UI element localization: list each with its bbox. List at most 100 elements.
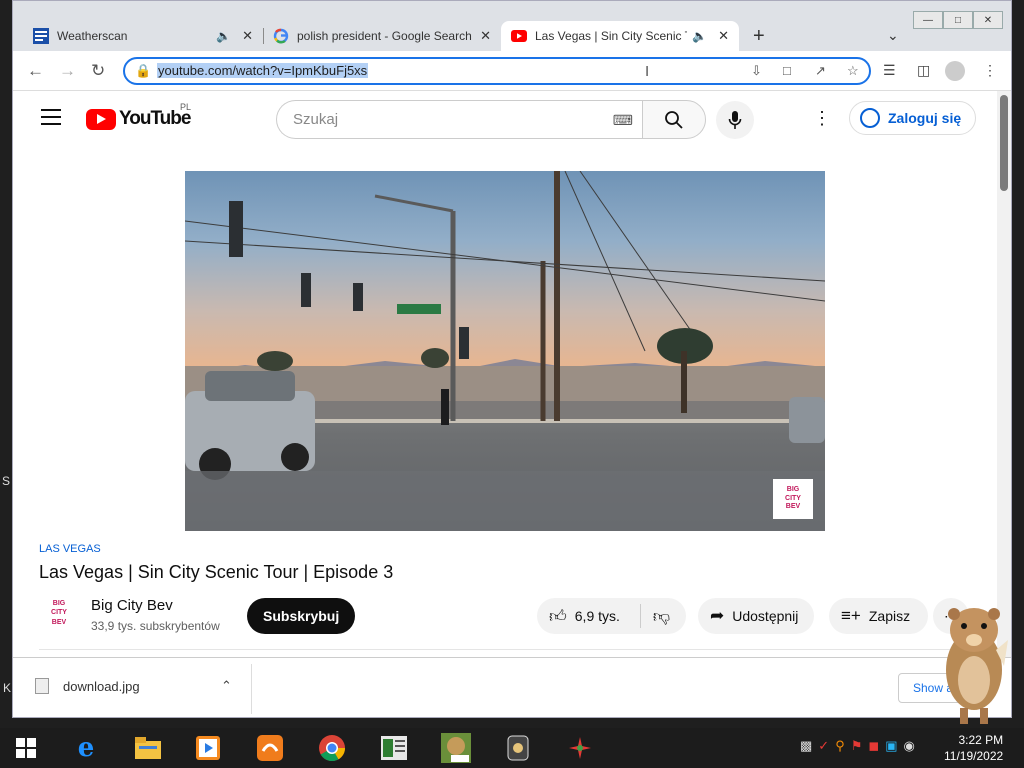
close-tab-icon[interactable]: ✕ [242,28,253,44]
tab-weatherscan[interactable]: Weatherscan 🔈 ✕ [23,21,263,51]
clock-date: 11/19/2022 [944,749,1004,763]
page-content: YouTube PL Szukaj ⌨ ⋮ Zaloguj się BIG CI… [13,91,999,657]
share-button[interactable]: ➦ Udostępnij [698,598,815,634]
thumbs-down-icon[interactable]: 👎︎ [653,606,670,627]
install-app-icon[interactable]: ⇩ [751,63,762,79]
country-code: PL [180,102,192,112]
address-bar[interactable]: 🔒 youtube.com/watch?v=IpmKbuFj5xs I ⇩ □ … [123,57,871,85]
translate-icon[interactable]: □ [783,63,791,78]
minimize-button[interactable]: — [913,11,943,29]
profile-avatar-icon[interactable] [945,61,965,81]
back-button[interactable]: ← [27,61,44,81]
network-tray-icon[interactable]: ▩ [800,738,812,754]
text-cursor-icon: I [645,63,650,80]
subscriber-count: 33,9 tys. subskrybentów [91,619,220,633]
content-divider [39,649,969,650]
share-icon[interactable]: ↗ [815,63,826,79]
file-icon [35,678,49,694]
maximize-button[interactable]: □ [943,11,973,29]
tab-search-chevron-icon[interactable]: ⌄ [887,27,899,44]
search-input[interactable]: Szukaj ⌨ [276,100,643,139]
close-window-button[interactable]: ✕ [973,11,1003,29]
speaker-icon[interactable]: 🔈 [692,29,707,43]
like-button[interactable]: 👍︎ 6,9 tys. 👎︎ [537,598,687,634]
volume-tray-icon[interactable]: ◉ [903,738,914,754]
speaker-icon[interactable]: 🔈 [216,29,231,43]
download-shelf: download.jpg ⌃ Show all [13,657,1011,717]
channel-avatar[interactable]: BIG CITY BEV [43,594,75,632]
channel-watermark: BIG CITY BEV [773,479,813,519]
shelf-divider [251,664,252,714]
video-player[interactable]: BIG CITY BEV [185,171,825,531]
tab-strip: — □ ✕ Weatherscan 🔈 ✕ polish president -… [13,1,1011,51]
tab-title: polish president - Google Search [297,29,472,43]
search-tray-icon[interactable]: ⚲ [835,738,845,754]
google-icon [273,28,289,44]
desktop-edge: S K [0,0,12,718]
start-button[interactable] [10,732,42,764]
url-text[interactable]: youtube.com/watch?v=IpmKbuFj5xs [157,63,369,78]
search-icon [665,110,683,129]
side-panel-icon[interactable]: ◫ [917,62,930,79]
sign-in-button[interactable]: Zaloguj się [849,101,977,135]
taskbar-clock[interactable]: 3:22 PM 11/19/2022 [944,732,1003,764]
thumbs-up-icon: 👍︎ [549,606,567,626]
clock-time: 3:22 PM [958,733,1004,747]
weather-channel-icon [33,28,49,44]
video-scene [185,171,825,531]
download-item[interactable]: download.jpg [35,678,140,694]
reload-button[interactable]: ↻ [91,61,105,81]
sign-in-label: Zaloguj się [888,110,962,126]
channel-name[interactable]: Big City Bev [91,597,173,614]
share-arrow-icon: ➦ [710,606,725,625]
check-tray-icon[interactable]: ✓ [818,738,829,754]
youtube-logo[interactable]: YouTube PL [86,102,191,130]
youtube-header: YouTube PL Szukaj ⌨ ⋮ Zaloguj się [13,91,999,147]
close-tab-icon[interactable]: ✕ [480,28,491,44]
chevron-up-icon[interactable]: ⌃ [221,678,232,694]
lock-icon[interactable]: 🔒 [135,63,151,79]
menu-kebab-icon[interactable]: ⋮ [983,62,997,79]
keyboard-icon[interactable]: ⌨ [613,112,633,129]
divider [639,604,641,628]
uc-browser-icon[interactable] [254,732,286,764]
playlist-add-icon: ≡+ [841,606,861,625]
windows-logo-icon [16,738,36,758]
shield-tray-icon[interactable]: ◼ [868,738,879,754]
colorful-app-icon[interactable] [564,732,596,764]
bonzi-box-icon[interactable] [440,732,472,764]
display-tray-icon[interactable]: ▣ [885,738,897,754]
cleaner-app-icon[interactable] [502,732,534,764]
chrome-icon[interactable] [316,732,348,764]
document-viewer-icon[interactable] [378,732,410,764]
forward-button[interactable]: → [59,61,76,81]
like-count: 6,9 tys. [574,608,620,624]
save-label: Zapisz [868,608,911,624]
subscribe-button[interactable]: Subskrybuj [247,598,356,634]
youtube-icon [511,28,527,44]
close-tab-icon[interactable]: ✕ [718,28,729,44]
file-explorer-icon[interactable] [132,732,164,764]
page-scrollbar[interactable] [997,91,1011,657]
tab-title: Las Vegas | Sin City Scenic To [535,29,687,43]
media-player-icon[interactable] [192,732,224,764]
search-button[interactable] [642,100,706,139]
save-button[interactable]: ≡+ Zapisz [829,598,929,634]
voice-search-button[interactable] [716,101,754,139]
settings-kebab-icon[interactable]: ⋮ [813,108,831,129]
bookmark-star-icon[interactable]: ☆ [847,63,859,79]
scrollbar-thumb[interactable] [1000,95,1008,191]
account-icon [860,108,880,128]
hamburger-menu-icon[interactable] [41,109,61,130]
browser-toolbar: ← → ↻ 🔒 youtube.com/watch?v=IpmKbuFj5xs … [13,51,1011,91]
search-placeholder: Szukaj [293,111,339,128]
tab-youtube[interactable]: Las Vegas | Sin City Scenic To 🔈 ✕ [501,21,739,51]
desktop-pet-hamster-icon[interactable] [934,600,1014,730]
window-controls: — □ ✕ [913,11,1003,29]
new-tab-button[interactable]: + [753,25,765,48]
media-control-icon[interactable]: ☰ [883,62,896,79]
internet-explorer-icon[interactable]: e [70,732,102,764]
tab-google-search[interactable]: polish president - Google Search ✕ [263,21,501,51]
video-hashtag[interactable]: LAS VEGAS [39,543,101,555]
flag-tray-icon[interactable]: ⚑ [851,738,863,754]
